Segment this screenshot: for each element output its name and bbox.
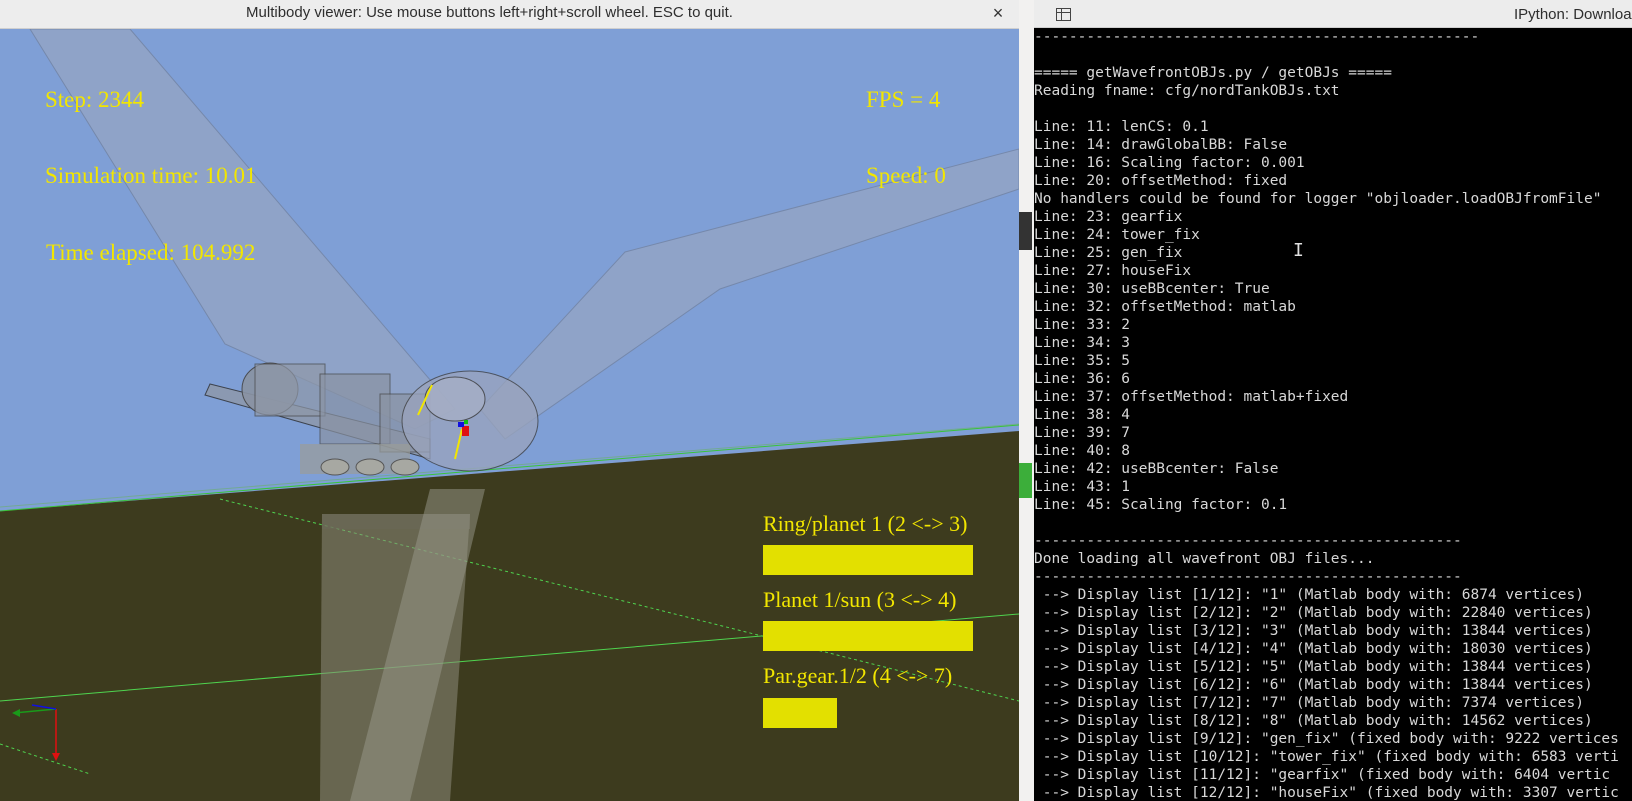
yaw-drive <box>355 458 385 476</box>
terminal-line: Reading fname: cfg/nordTankOBJs.txt <box>1034 83 1340 99</box>
terminal-line: Line: 42: useBBcenter: False <box>1034 461 1279 477</box>
ipython-terminal-window[interactable]: IPython: Downloads/lo ------------------… <box>1019 0 1632 801</box>
terminal-line: --> Display list [4/12]: "4" (Matlab bod… <box>1034 641 1593 657</box>
terminal-line: --> Display list [7/12]: "7" (Matlab bod… <box>1034 695 1584 711</box>
multibody-viewer-window[interactable]: Multibody viewer: Use mouse buttons left… <box>0 0 1019 801</box>
background-window-fragment <box>1019 463 1032 498</box>
terminal-line: Line: 37: offsetMethod: matlab+fixed <box>1034 389 1349 405</box>
hub-front <box>424 376 486 422</box>
terminal-line: --> Display list [5/12]: "5" (Matlab bod… <box>1034 659 1593 675</box>
gear-bar-label: Ring/planet 1 (2 <-> 3) <box>763 511 968 536</box>
terminal-line: --> Display list [10/12]: "tower_fix" (f… <box>1034 749 1619 765</box>
terminal-line: --> Display list [6/12]: "6" (Matlab bod… <box>1034 677 1593 693</box>
terminal-titlebar[interactable]: IPython: Downloads/lo <box>1034 0 1632 28</box>
terminal-line: --> Display list [12/12]: "houseFix" (fi… <box>1034 785 1619 801</box>
terminal-line: --> Display list [2/12]: "2" (Matlab bod… <box>1034 605 1593 621</box>
terminal-line: Line: 34: 3 <box>1034 335 1131 351</box>
gear-mesh-bar-planet-sun <box>763 621 973 651</box>
body-frame-z-icon <box>458 422 464 427</box>
terminal-line: Line: 39: 7 <box>1034 425 1131 441</box>
viewer-titlebar[interactable]: Multibody viewer: Use mouse buttons left… <box>0 0 1019 29</box>
terminal-line: Line: 32: offsetMethod: matlab <box>1034 299 1296 315</box>
terminal-line: ----------------------------------------… <box>1034 569 1462 585</box>
gear-mesh-bar-parallel-gear <box>763 698 973 728</box>
terminal-line: Line: 16: Scaling factor: 0.001 <box>1034 155 1305 171</box>
viewer-title: Multibody viewer: Use mouse buttons left… <box>246 4 733 21</box>
terminal-menu-icon[interactable] <box>1056 8 1071 21</box>
gear-bar-label: Par.gear.1/2 (4 <-> 7) <box>763 663 953 688</box>
terminal-line: Line: 36: 6 <box>1034 371 1131 387</box>
generator-housing <box>254 363 326 417</box>
terminal-line: Line: 33: 2 <box>1034 317 1131 333</box>
terminal-line: Line: 24: tower_fix <box>1034 227 1200 243</box>
text-cursor-icon: I <box>1293 240 1304 261</box>
terminal-line: Line: 38: 4 <box>1034 407 1131 423</box>
body-frame-y-icon <box>464 420 468 424</box>
terminal-line: --> Display list [9/12]: "gen_fix" (fixe… <box>1034 731 1619 747</box>
yaw-drive <box>390 458 420 476</box>
yaw-drive <box>320 458 350 476</box>
terminal-line: --> Display list [11/12]: "gearfix" (fix… <box>1034 767 1611 783</box>
gear-mesh-bar-ring-planet <box>763 545 973 575</box>
terminal-line: Line: 40: 8 <box>1034 443 1131 459</box>
gear-bar-fill <box>763 545 973 575</box>
terminal-lines: ----------------------------------------… <box>1034 28 1632 801</box>
terminal-line: Line: 23: gearfix <box>1034 209 1183 225</box>
terminal-title: IPython: Downloads/lo <box>1514 6 1632 23</box>
terminal-line: Line: 25: gen_fix <box>1034 245 1183 261</box>
step-counter: Step: 2344 <box>45 87 145 112</box>
terminal-line: Line: 45: Scaling factor: 0.1 <box>1034 497 1288 513</box>
background-window-fragment <box>1019 212 1032 250</box>
terminal-line: Line: 43: 1 <box>1034 479 1131 495</box>
terminal-line: Line: 30: useBBcenter: True <box>1034 281 1270 297</box>
terminal-line: Line: 27: houseFix <box>1034 263 1192 279</box>
terminal-line: Line: 35: 5 <box>1034 353 1131 369</box>
terminal-line: --> Display list [1/12]: "1" (Matlab bod… <box>1034 587 1584 603</box>
terminal-line: Done loading all wavefront OBJ files... <box>1034 551 1375 567</box>
terminal-line: Line: 11: lenCS: 0.1 <box>1034 119 1209 135</box>
gear-bar-fill <box>763 698 837 728</box>
terminal-line: No handlers could be found for logger "o… <box>1034 191 1602 207</box>
speed-readout: Speed: 0 <box>866 163 946 188</box>
terminal-line: Line: 20: offsetMethod: fixed <box>1034 173 1288 189</box>
gear-bar-label: Planet 1/sun (3 <-> 4) <box>763 587 957 612</box>
terminal-line: ----------------------------------------… <box>1034 533 1462 549</box>
terminal-line: ===== getWavefrontOBJs.py / getOBJs ====… <box>1034 65 1392 81</box>
terminal-output[interactable]: ----------------------------------------… <box>1034 28 1632 801</box>
terminal-line: --> Display list [3/12]: "3" (Matlab bod… <box>1034 623 1593 639</box>
terminal-line: ----------------------------------------… <box>1034 29 1480 45</box>
body-frame-x-icon <box>462 426 469 436</box>
fps-readout: FPS = 4 <box>866 87 941 112</box>
terminal-line: Line: 14: drawGlobalBB: False <box>1034 137 1288 153</box>
close-icon[interactable]: × <box>987 2 1009 24</box>
time-elapsed: Time elapsed: 104.992 <box>46 240 256 265</box>
background-window-edge <box>1019 0 1034 801</box>
simulation-time: Simulation time: 10.01 <box>45 163 257 188</box>
terminal-line: --> Display list [8/12]: "8" (Matlab bod… <box>1034 713 1593 729</box>
3d-viewport[interactable]: Step: 2344 Simulation time: 10.01 Time e… <box>0 29 1019 801</box>
gear-bar-fill <box>763 621 973 651</box>
